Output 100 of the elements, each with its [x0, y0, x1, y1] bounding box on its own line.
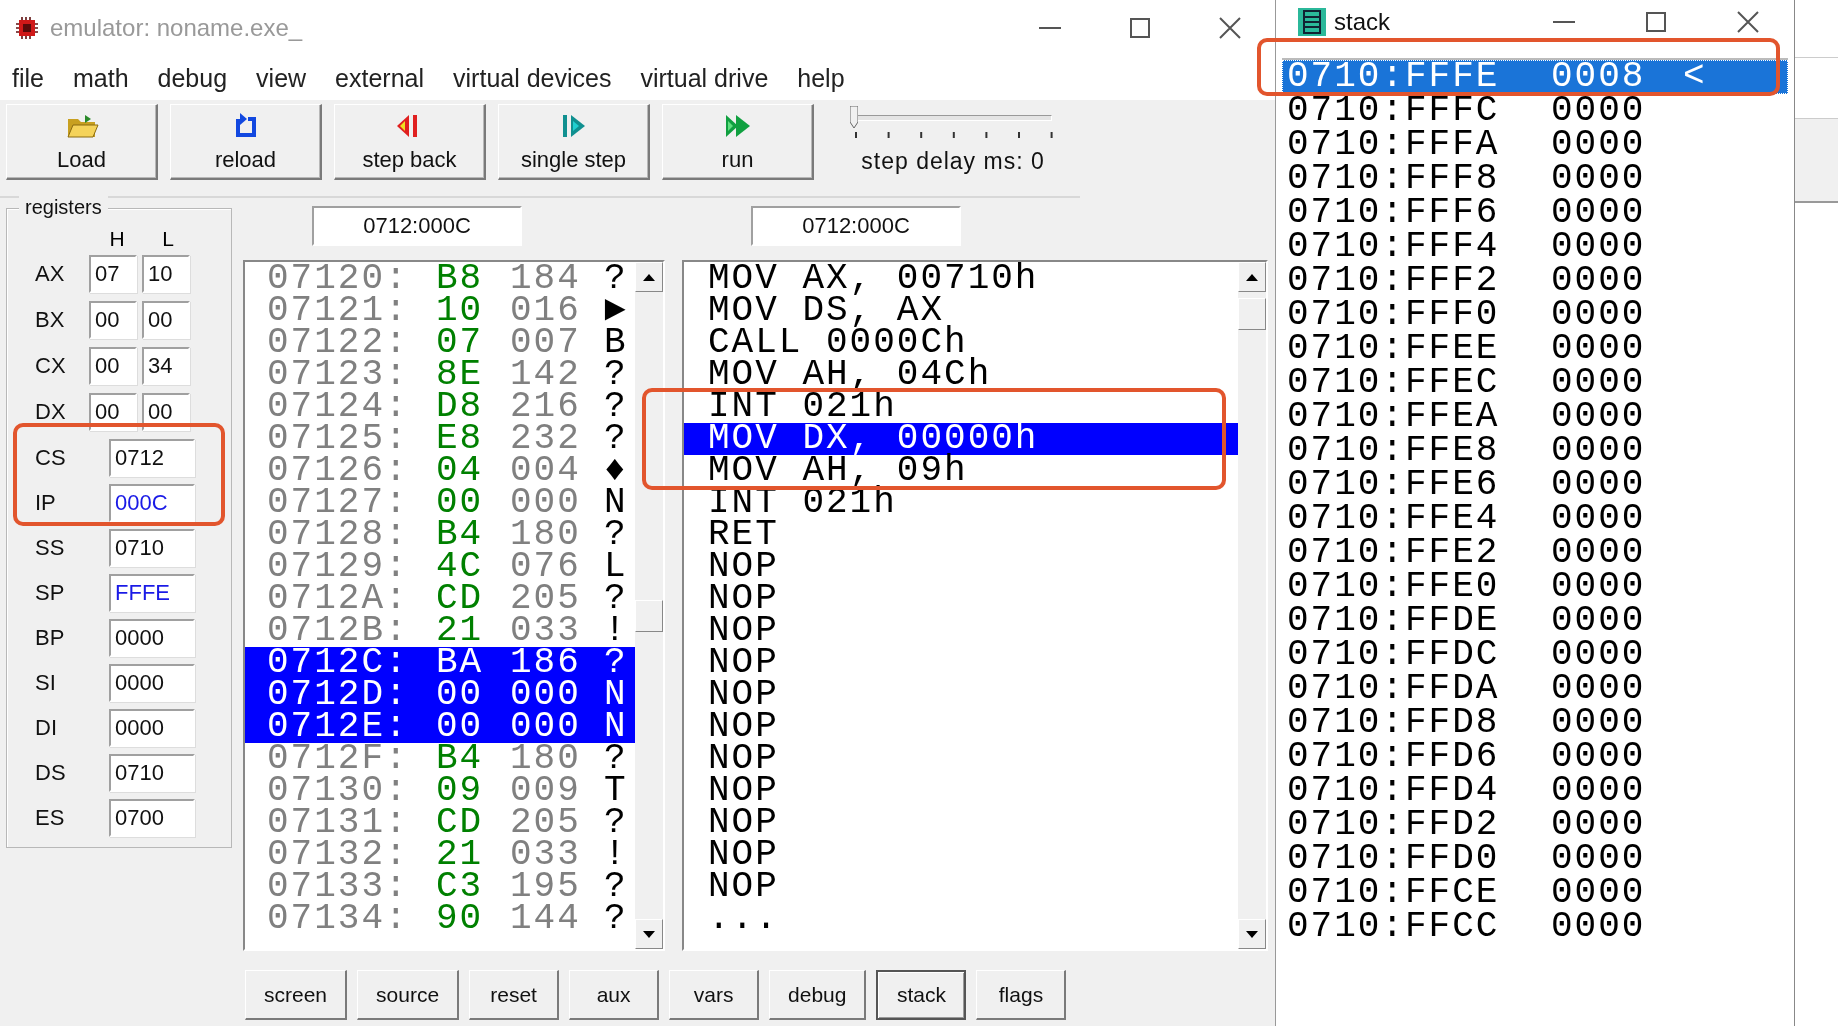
register-field[interactable]: 07 [89, 255, 137, 293]
scroll-thumb[interactable] [635, 600, 663, 632]
panel-button[interactable]: stack [876, 970, 967, 1020]
memory-row[interactable]: 07130: 09 009 T [245, 775, 635, 807]
panel-button[interactable]: vars [669, 970, 760, 1020]
panel-button[interactable]: debug [769, 970, 867, 1020]
menu-item[interactable]: virtual devices [441, 63, 629, 93]
minimize-icon[interactable] [1039, 26, 1061, 30]
instruction-row[interactable]: NOP [684, 775, 1238, 807]
stack-row[interactable]: 0710:FFE2 0000 [1282, 536, 1788, 570]
memory-row[interactable]: 07124: D8 216 ? [245, 391, 635, 423]
instruction-row[interactable]: ... [684, 903, 1238, 935]
instruction-row[interactable]: MOV AX, 00710h [684, 263, 1238, 295]
close-icon[interactable] [1737, 11, 1759, 33]
register-field[interactable]: 0700 [109, 798, 195, 837]
close-icon[interactable] [1219, 17, 1241, 39]
register-field[interactable]: 0000 [109, 708, 195, 747]
scroll-up-icon[interactable] [643, 273, 655, 281]
memory-row[interactable]: 07129: 4C 076 L [245, 551, 635, 583]
memory-row[interactable]: 0712B: 21 033 ! [245, 615, 635, 647]
instruction-row[interactable]: NOP [684, 583, 1238, 615]
stack-row[interactable]: 0710:FFEC 0000 [1282, 366, 1788, 400]
memory-row[interactable]: 07122: 07 007 B [245, 327, 635, 359]
stack-row[interactable]: 0710:FFD4 0000 [1282, 774, 1788, 808]
register-field[interactable]: 0712 [109, 438, 195, 477]
scrollbar[interactable] [1238, 262, 1266, 949]
instruction-row[interactable]: INT 021h [684, 391, 1238, 423]
register-field[interactable]: 00 [89, 301, 137, 339]
memory-row[interactable]: 07123: 8E 142 ? [245, 359, 635, 391]
stack-row[interactable]: 0710:FFE0 0000 [1282, 570, 1788, 604]
stack-row[interactable]: 0710:FFF0 0000 [1282, 298, 1788, 332]
register-field[interactable]: 00 [89, 347, 137, 385]
scroll-down-icon[interactable] [643, 930, 655, 938]
memory-row[interactable]: 07131: CD 205 ? [245, 807, 635, 839]
memory-row[interactable]: 07132: 21 033 ! [245, 839, 635, 871]
stack-row[interactable]: 0710:FFEE 0000 [1282, 332, 1788, 366]
panel-button[interactable]: screen [245, 970, 348, 1020]
memory-row[interactable]: 07120: B8 184 ? [245, 263, 635, 295]
memory-row[interactable]: 07133: C3 195 ? [245, 871, 635, 903]
maximize-icon[interactable] [1130, 18, 1150, 38]
register-field[interactable]: 10 [142, 255, 190, 293]
memory-row[interactable]: 07126: 04 004 ♦ [245, 455, 635, 487]
register-field[interactable]: 0710 [109, 753, 195, 792]
register-field[interactable]: 34 [142, 347, 190, 385]
stack-row[interactable]: 0710:FFE8 0000 [1282, 434, 1788, 468]
toolbar-button[interactable]: single step [498, 104, 650, 180]
instruction-row[interactable]: MOV AH, 04Ch [684, 359, 1238, 391]
register-field[interactable]: 000C [109, 483, 195, 522]
menu-item[interactable]: help [785, 63, 862, 93]
scroll-down-icon[interactable] [1246, 930, 1258, 938]
scroll-thumb[interactable] [1238, 298, 1266, 330]
instruction-row[interactable]: NOP [684, 807, 1238, 839]
panel-button[interactable]: aux [569, 970, 660, 1020]
panel-button[interactable]: reset [469, 970, 560, 1020]
instruction-row[interactable]: MOV AH, 09h [684, 455, 1238, 487]
menu-item[interactable]: file [0, 63, 61, 93]
instruction-row[interactable]: NOP [684, 711, 1238, 743]
slider-thumb[interactable] [850, 106, 858, 128]
memory-row[interactable]: 07125: E8 232 ? [245, 423, 635, 455]
register-field[interactable]: FFFE [109, 573, 195, 612]
stack-row[interactable]: 0710:FFCC 0000 [1282, 910, 1788, 944]
stack-row[interactable]: 0710:FFF4 0000 [1282, 230, 1788, 264]
register-field[interactable]: 0000 [109, 663, 195, 702]
menu-item[interactable]: debug [145, 63, 245, 93]
stack-row[interactable]: 0710:FFFA 0000 [1282, 128, 1788, 162]
maximize-icon[interactable] [1646, 12, 1666, 32]
register-field[interactable]: 0000 [109, 618, 195, 657]
stack-row[interactable]: 0710:FFEA 0000 [1282, 400, 1788, 434]
instruction-row[interactable]: NOP [684, 647, 1238, 679]
memory-row[interactable]: 0712A: CD 205 ? [245, 583, 635, 615]
register-field[interactable]: 00 [142, 301, 190, 339]
stack-row[interactable]: 0710:FFD0 0000 [1282, 842, 1788, 876]
toolbar-button[interactable]: step back [334, 104, 486, 180]
panel-button[interactable]: source [357, 970, 460, 1020]
instruction-row[interactable]: RET [684, 519, 1238, 551]
toolbar-button[interactable]: reload [170, 104, 322, 180]
panel-button[interactable]: flags [976, 970, 1067, 1020]
menu-item[interactable]: view [244, 63, 324, 93]
instruction-row[interactable]: NOP [684, 871, 1238, 903]
memory-row[interactable]: 07134: 90 144 ? [245, 903, 635, 935]
memory-row[interactable]: 07127: 00 000 N [245, 487, 635, 519]
instruction-row[interactable]: NOP [684, 743, 1238, 775]
stack-row[interactable]: 0710:FFF2 0000 [1282, 264, 1788, 298]
memory-row[interactable]: 0712C: BA 186 ? [245, 647, 635, 679]
memory-row[interactable]: 07128: B4 180 ? [245, 519, 635, 551]
stack-row[interactable]: 0710:FFD8 0000 [1282, 706, 1788, 740]
menu-item[interactable]: external [323, 63, 442, 93]
stack-row[interactable]: 0710:FFDC 0000 [1282, 638, 1788, 672]
stack-row[interactable]: 0710:FFFE 0008 < [1282, 60, 1788, 94]
stack-row[interactable]: 0710:FFDE 0000 [1282, 604, 1788, 638]
menu-item[interactable]: virtual drive [628, 63, 786, 93]
minimize-icon[interactable] [1553, 20, 1575, 24]
menu-item[interactable]: math [60, 63, 146, 93]
toolbar-button[interactable]: run [662, 104, 814, 180]
instruction-row[interactable]: NOP [684, 615, 1238, 647]
instruction-row[interactable]: NOP [684, 551, 1238, 583]
stack-row[interactable]: 0710:FFDA 0000 [1282, 672, 1788, 706]
scroll-up-icon[interactable] [1246, 273, 1258, 281]
stack-row[interactable]: 0710:FFE6 0000 [1282, 468, 1788, 502]
memory-row[interactable]: 07121: 10 016 ► [245, 295, 635, 327]
